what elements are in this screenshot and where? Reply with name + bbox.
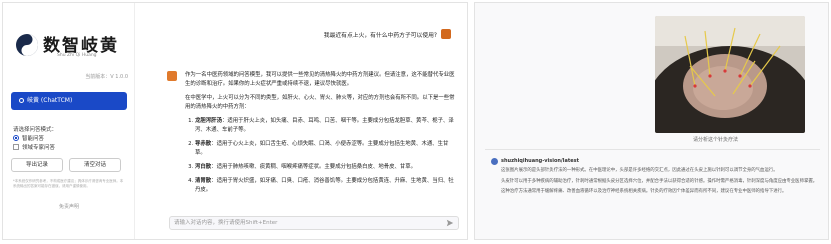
- user-avatar: [441, 29, 451, 39]
- image-caption: 请分析这个针灸疗法: [693, 137, 739, 143]
- user-message: 我最近有点上火，有什么中药方子可以使用?: [324, 29, 451, 39]
- prescription-name: 清胃散: [195, 178, 212, 184]
- bot-avatar: [491, 158, 498, 165]
- acupuncture-photo: [655, 16, 805, 133]
- bot-avatar: [167, 71, 177, 81]
- response-paragraph: 这张图片展示的是头部针灸疗法的一种形式。在中医理论中，头部是许多经络的交汇点，因…: [501, 168, 778, 173]
- mode-option-label: 智能问答: [22, 136, 45, 142]
- prescription-list: 龙胆泻肝汤：适用于肝火上炎，如头痛、目赤、耳鸣、口苦、咽干等。主要成分包括龙胆草…: [185, 117, 459, 195]
- answer-para: 在中医学中，上火可以分为不同的类型，如肝火、心火、胃火、肺火等，对应的方剂也会有…: [185, 95, 455, 110]
- bot-answer: 作为一名中医药领域的问答模型，我可以提供一些常见的清热降火的中药方剂建议。但请注…: [185, 71, 459, 200]
- model-select-button[interactable]: 岐黄 (ChatTCM): [11, 92, 127, 110]
- qihuang-app-window: 数智岐黄 Shu Zhi Qi Huang 当前版本：V 1.0.0 岐黄 (C…: [2, 2, 468, 240]
- radio-dot-icon: [19, 98, 24, 103]
- app-logo: 数智岐黄 Shu Zhi Qi Huang: [15, 29, 133, 69]
- divider: [485, 149, 820, 150]
- version-label: 当前版本：V 1.0.0: [85, 74, 128, 80]
- prescription-name: 导赤散: [195, 141, 212, 147]
- clear-button[interactable]: 清空对话: [69, 158, 121, 172]
- vision-app-window: 请分析这个针灸疗法 shuzhiqihuang-vision/latest 这张…: [474, 2, 829, 240]
- response-paragraph: 头皮针可以用于多种疾病的辅助治疗，针刺时通常根据头皮分区选择穴位，并配合手法以获…: [501, 178, 818, 184]
- list-item: 导赤散：适用于心火上炎，如口舌生疮、心烦失眠、口渴、小便赤涩等。主要成分包括生地…: [195, 140, 459, 158]
- photo-image: [655, 16, 805, 133]
- prescription-name: 龙胆泻肝汤: [195, 118, 222, 124]
- prescription-name: 泻白散: [195, 164, 212, 170]
- chat-panel: 我最近有点上火，有什么中药方子可以使用? 作为一名中医药领域的问答模型，我可以提…: [135, 3, 467, 239]
- send-icon[interactable]: [446, 219, 454, 227]
- mode-option-label: 领域专家问答: [22, 145, 56, 151]
- disclaimer-link[interactable]: 免责声明: [3, 203, 135, 210]
- prescription-text: 适用于胃火炽盛，如牙痛、口臭、口疮、消谷善饥等。主要成分包括黄连、升麻、生地黄、…: [195, 178, 454, 193]
- prescription-text: 适用于心火上炎，如口舌生疮、心烦失眠、口渴、小便赤涩等。主要成分包括生地黄、木通…: [195, 141, 449, 156]
- export-button[interactable]: 导出记录: [11, 158, 63, 172]
- mode-option-smart[interactable]: 智能问答: [13, 134, 44, 142]
- app-subtitle: Shu Zhi Qi Huang: [57, 53, 97, 58]
- fineprint-note: *本系统仅作研究参考，不构成医疗建议；具体诊疗请咨询专业医师。本系统输出的答案可…: [13, 179, 124, 188]
- user-message-text: 我最近有点上火，有什么中药方子可以使用?: [323, 32, 437, 39]
- input-placeholder: 请输入对话内容，换行请使用Shift+Enter: [174, 220, 278, 226]
- mode-option-expert[interactable]: 领域专家问答: [13, 143, 55, 151]
- list-item: 泻白散：适用于肺热咳嗽、痰黄稠、咽喉疼痛等症状。主要成分包括桑白皮、地骨皮、甘草…: [195, 163, 459, 172]
- response-paragraph: 这种治疗方法通常用于缓解疼痛、改善血液循环以及治疗神经系统相关疾病。针灸的疗效因…: [501, 189, 787, 194]
- list-item: 龙胆泻肝汤：适用于肝火上炎，如头痛、目赤、耳鸣、口苦、咽干等。主要成分包括龙胆草…: [195, 117, 459, 135]
- prescription-text: 适用于肺热咳嗽、痰黄稠、咽喉疼痛等症状。主要成分包括桑白皮、地骨皮、甘草。: [216, 164, 417, 170]
- yin-yang-logo-icon: [16, 34, 38, 56]
- answer-intro: 作为一名中医药领域的问答模型，我可以提供一些常见的清热降火的中药方剂建议。但请注…: [185, 72, 455, 87]
- mode-title: 请选择问答模式：: [13, 127, 58, 133]
- bot-name: shuzhiqihuang-vision/latest: [501, 158, 579, 164]
- chat-input[interactable]: 请输入对话内容，换行请使用Shift+Enter: [169, 216, 459, 230]
- model-label: 岐黄 (ChatTCM): [27, 97, 73, 104]
- radio-selected-icon: [13, 135, 19, 141]
- action-buttons: 导出记录 清空对话: [11, 158, 121, 172]
- checkbox-icon: [13, 144, 19, 150]
- prescription-text: 适用于肝火上炎，如头痛、目赤、耳鸣、口苦、咽干等。主要成分包括龙胆草、黄芩、栀子…: [195, 118, 454, 133]
- bot-response: 这张图片展示的是头部针灸疗法的一种形式。在中医理论中，头部是许多经络的交汇点，因…: [501, 168, 819, 200]
- list-item: 清胃散：适用于胃火炽盛，如牙痛、口臭、口疮、消谷善饥等。主要成分包括黄连、升麻、…: [195, 177, 459, 195]
- sidebar: 数智岐黄 Shu Zhi Qi Huang 当前版本：V 1.0.0 岐黄 (C…: [3, 3, 135, 239]
